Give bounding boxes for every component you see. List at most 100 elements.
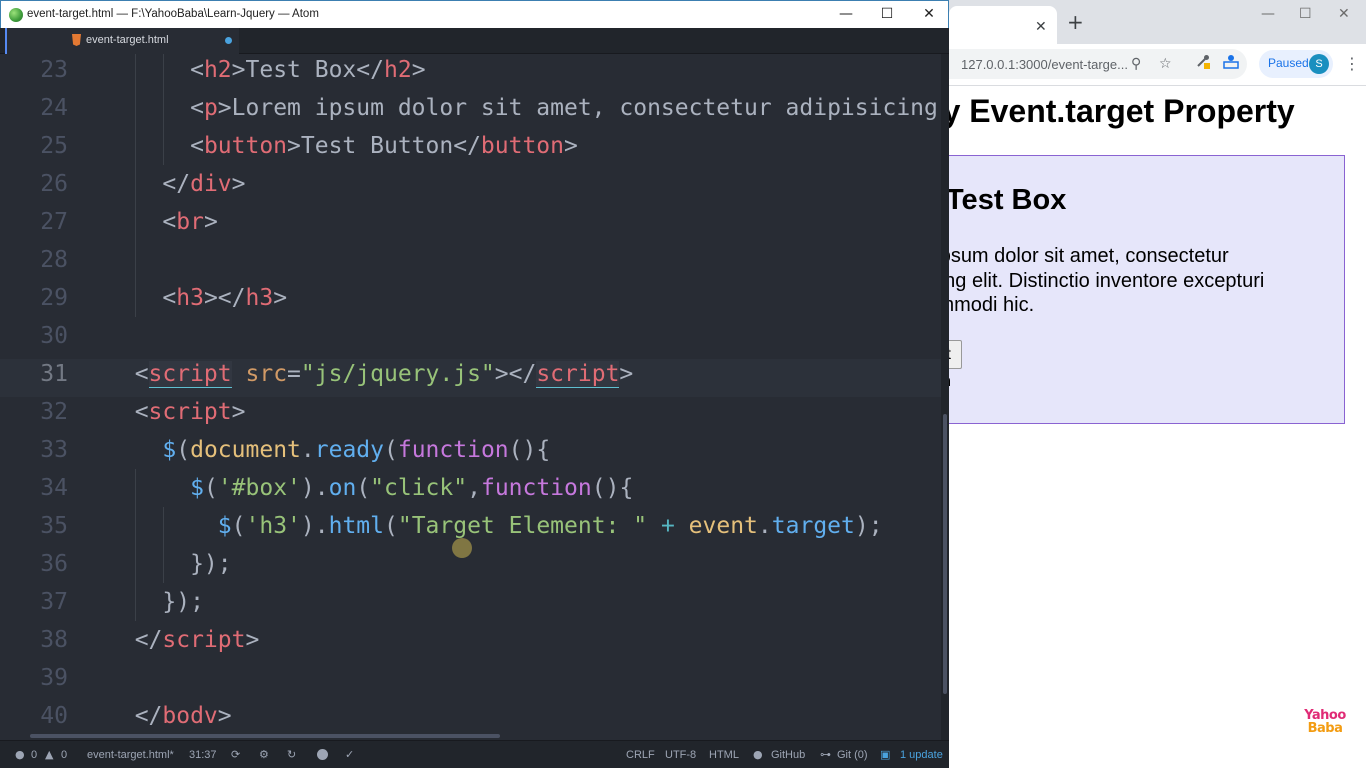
code-token: (	[203, 475, 218, 501]
code-line[interactable]: </bodv>	[107, 697, 232, 735]
sync-icon[interactable]: ↻	[287, 748, 296, 761]
profile-paused-button[interactable]: Paused S	[1259, 50, 1333, 78]
line-number[interactable]: 26	[10, 165, 68, 203]
code-token: >	[564, 133, 578, 159]
line-ending[interactable]: CRLF	[626, 749, 655, 761]
code-line[interactable]: $('#box').on("click",function(){	[107, 469, 633, 507]
line-number[interactable]: 24	[10, 89, 68, 127]
line-number[interactable]: 27	[10, 203, 68, 241]
new-tab-button[interactable]: +	[1067, 12, 1084, 32]
logo-line-2: Baba	[1307, 721, 1343, 736]
code-token: });	[107, 589, 204, 615]
code-line[interactable]: $('h3').html("Target Element: " + event.…	[107, 507, 883, 545]
atom-window: event-target.html — F:\YahooBaba\Learn-J…	[0, 0, 949, 768]
line-number[interactable]: 28	[10, 241, 68, 279]
line-number[interactable]: 34	[10, 469, 68, 507]
code-token: script	[148, 399, 232, 425]
line-number[interactable]: 39	[10, 659, 68, 697]
line-number[interactable]: 25	[10, 127, 68, 165]
atom-titlebar[interactable]: event-target.html — F:\YahooBaba\Learn-J…	[0, 0, 949, 28]
browser-maximize-button[interactable]: ☐	[1299, 6, 1312, 22]
browser-tab[interactable]: ✕	[949, 6, 1057, 44]
vertical-scrollbar-thumb[interactable]	[943, 414, 947, 694]
line-number[interactable]: 36	[10, 545, 68, 583]
code-token: });	[107, 551, 232, 577]
code-line[interactable]: });	[107, 545, 232, 583]
indent-guide	[163, 507, 164, 583]
atom-minimize-button[interactable]: —	[835, 4, 857, 24]
line-number[interactable]: 35	[10, 507, 68, 545]
browser-close-button[interactable]: ✕	[1338, 6, 1350, 22]
line-number[interactable]: 30	[10, 317, 68, 355]
code-line[interactable]: </script>	[107, 621, 260, 659]
atom-maximize-button[interactable]: ☐	[876, 4, 898, 24]
github-label[interactable]: GitHub	[771, 749, 805, 761]
code-token: function	[480, 475, 592, 501]
code-line[interactable]: <script>	[107, 393, 246, 431]
extension-icon[interactable]: ⚙	[259, 748, 269, 761]
url-text[interactable]: 127.0.0.1:3000/event-targe...	[961, 57, 1128, 72]
line-number[interactable]: 23	[10, 54, 68, 89]
code-token: </	[356, 57, 384, 83]
warning-icon[interactable]: ▲	[45, 748, 53, 761]
extension-user-icon[interactable]	[1223, 53, 1239, 69]
line-number[interactable]: 31	[10, 355, 68, 393]
line-number[interactable]: 37	[10, 583, 68, 621]
tab-event-target-html[interactable]: event-target.html	[5, 28, 239, 54]
line-number[interactable]: 29	[10, 279, 68, 317]
zoom-icon[interactable]: ⚲	[1131, 56, 1141, 72]
tab-active-indicator	[5, 28, 7, 54]
code-line[interactable]: <h3></h3>	[107, 279, 287, 317]
tab-close-icon[interactable]: ✕	[1035, 20, 1049, 34]
code-token: +	[660, 513, 675, 539]
extension-eyedropper-icon[interactable]	[1195, 53, 1211, 69]
check-icon[interactable]: ✓	[345, 748, 354, 761]
error-icon[interactable]: ●	[15, 748, 25, 761]
refresh-icon[interactable]: ⟳	[231, 748, 240, 761]
code-line[interactable]: });	[107, 583, 204, 621]
git-label[interactable]: Git (0)	[837, 749, 868, 761]
bookmark-star-icon[interactable]: ☆	[1159, 56, 1172, 72]
atom-close-button[interactable]: ✕	[918, 4, 940, 24]
code-token: h2	[203, 57, 232, 83]
code-line[interactable]: $(document.ready(function(){	[107, 431, 550, 469]
code-token: </	[107, 627, 163, 653]
cursor-position[interactable]: 31:37	[189, 749, 217, 761]
line-number[interactable]: 38	[10, 621, 68, 659]
grammar-selector[interactable]: HTML	[709, 749, 739, 761]
code-line[interactable]: <script src="js/jquery.js"></script>	[107, 355, 633, 393]
browser-page: jQuery Event.target Property Test Box Lo…	[949, 86, 1366, 768]
code-line[interactable]: <p>Lorem ipsum dolor sit amet, consectet…	[107, 89, 938, 127]
line-number[interactable]: 33	[10, 431, 68, 469]
browser-menu-icon[interactable]: ⋮	[1344, 54, 1360, 73]
browser-minimize-button[interactable]: —	[1261, 6, 1275, 22]
warning-count[interactable]: 0	[61, 749, 67, 761]
file-encoding[interactable]: UTF-8	[665, 749, 696, 761]
github-icon[interactable]: ●	[753, 748, 763, 761]
code-line[interactable]: <button>Test Button</button>	[107, 127, 578, 165]
line-number[interactable]: 40	[10, 697, 68, 735]
code-token: Lorem ipsum dolor sit amet, consectetur …	[231, 95, 938, 121]
git-branch-icon[interactable]: ⊶	[820, 748, 831, 761]
line-number[interactable]: 32	[10, 393, 68, 431]
line-number-gutter[interactable]: 23 24 25 26 27 28 29 30 31 32 33 34 35 36 37 38 39 40	[0, 54, 88, 740]
status-file-name[interactable]: event-target.html*	[87, 749, 174, 761]
update-label[interactable]: 1 update	[900, 749, 943, 761]
test-button[interactable]: Test Button	[949, 340, 962, 390]
test-box[interactable]: Test Box Lorem ipsum dolor sit amet, con…	[949, 155, 1345, 424]
error-count[interactable]: 0	[31, 749, 37, 761]
horizontal-scrollbar-thumb[interactable]	[30, 734, 500, 738]
tab-label: event-target.html	[86, 34, 169, 46]
page-heading: jQuery Event.target Property	[949, 93, 1295, 129]
code-line[interactable]: <br>	[107, 203, 217, 241]
code-line[interactable]: <h2>Test Box</h2>	[107, 54, 425, 89]
package-update-icon[interactable]: ▣	[880, 748, 890, 761]
code-line[interactable]: </div>	[107, 165, 245, 203]
status-circle-icon[interactable]	[317, 749, 328, 760]
code-editor[interactable]: 23 24 25 26 27 28 29 30 31 32 33 34 35 36 37 38 39 40 <h2…	[0, 54, 949, 740]
code-token: script	[148, 361, 232, 388]
modified-dot-icon[interactable]	[225, 37, 232, 44]
